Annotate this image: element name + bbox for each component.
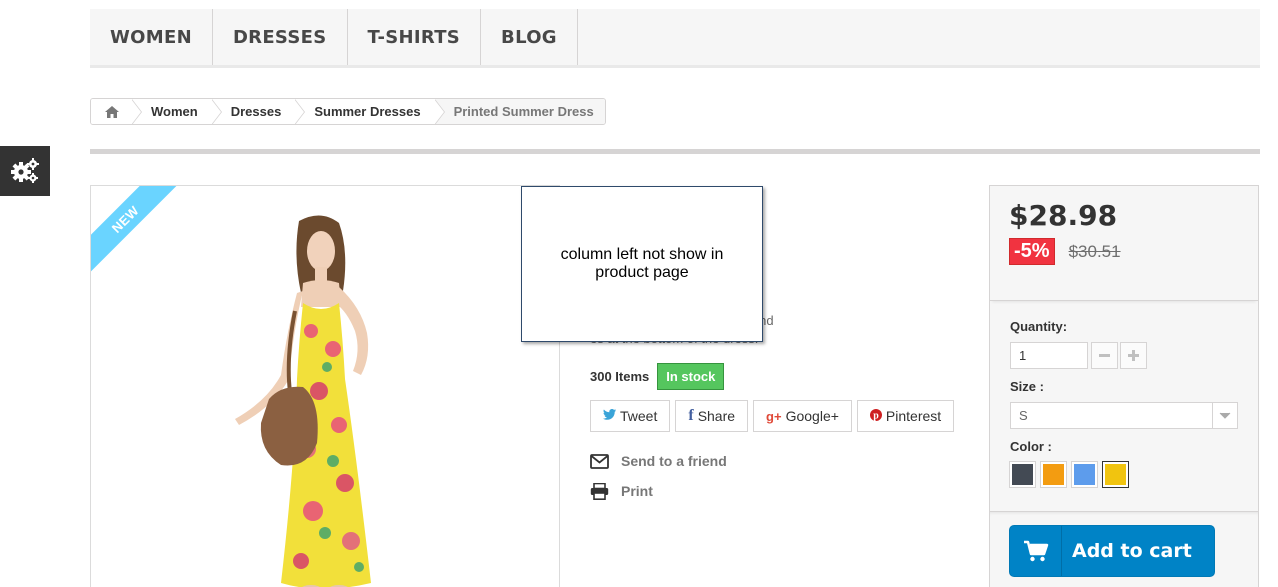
breadcrumb-dresses[interactable]: Dresses: [212, 99, 297, 124]
quantity-decrease-button[interactable]: [1091, 342, 1118, 369]
buy-box: $28.98 -5% $30.51 Quantity: 1 Size : S C…: [989, 185, 1259, 587]
print-label: Print: [621, 483, 653, 499]
svg-text:p: p: [873, 411, 879, 422]
breadcrumb-current: Printed Summer Dress: [435, 99, 605, 124]
send-to-friend-link[interactable]: Send to a friend: [590, 446, 727, 476]
breadcrumb-home[interactable]: [91, 99, 133, 124]
print-icon: [590, 482, 609, 500]
breadcrumb: Women Dresses Summer Dresses Printed Sum…: [90, 98, 606, 125]
product-image-block[interactable]: NEW: [90, 185, 560, 587]
extra-links: Send to a friend Print: [590, 446, 727, 506]
size-label: Size :: [1010, 379, 1044, 394]
new-label: NEW: [91, 186, 177, 272]
pinterest-icon: p: [869, 408, 882, 424]
popup-text: column left not show in product page: [560, 246, 724, 281]
google-plus-label: Google+: [785, 408, 839, 424]
gears-icon: [11, 158, 39, 183]
pinterest-label: Pinterest: [885, 408, 942, 424]
color-swatches: [1009, 461, 1239, 488]
breadcrumb-women[interactable]: Women: [133, 99, 213, 124]
envelope-icon: [590, 453, 609, 469]
social-sharing: Tweet f Share g+ Google+ p Pinterest: [590, 400, 955, 432]
menu-item-dresses[interactable]: DRESSES: [213, 9, 348, 65]
color-swatch-blue[interactable]: [1071, 461, 1098, 488]
cart-area: Add to cart: [990, 511, 1258, 587]
reduction-badge: -5%: [1009, 238, 1055, 265]
minus-icon: [1099, 354, 1110, 357]
print-link[interactable]: Print: [590, 476, 727, 506]
add-to-cart-button[interactable]: Add to cart: [1009, 525, 1215, 577]
google-plus-button[interactable]: g+ Google+: [753, 400, 852, 432]
tweet-button[interactable]: Tweet: [590, 400, 671, 432]
add-to-cart-label: Add to cart: [1072, 540, 1192, 562]
tweet-label: Tweet: [620, 408, 658, 424]
new-ribbon: NEW: [91, 186, 177, 272]
availability-badge: In stock: [657, 363, 725, 390]
product-photo: [235, 215, 371, 587]
send-to-friend-label: Send to a friend: [621, 453, 727, 469]
page-divider: [90, 149, 1260, 154]
menu-item-blog[interactable]: BLOG: [481, 9, 578, 65]
price-area: $28.98 -5% $30.51: [990, 186, 1258, 301]
pinterest-button[interactable]: p Pinterest: [856, 400, 955, 432]
old-price: $30.51: [1068, 241, 1121, 261]
menu-item-tshirts[interactable]: T-SHIRTS: [348, 9, 482, 65]
quantity-increase-button[interactable]: [1120, 342, 1147, 369]
color-swatch-orange[interactable]: [1040, 461, 1067, 488]
facebook-icon: f: [688, 407, 694, 424]
quantity-label: Quantity:: [1010, 319, 1068, 334]
size-select[interactable]: S: [1010, 402, 1238, 429]
top-menu: WOMEN DRESSES T-SHIRTS BLOG: [90, 9, 1260, 68]
quantity-available: 300 Items: [590, 369, 650, 384]
twitter-icon: [603, 409, 616, 423]
cart-icon: [1010, 526, 1062, 576]
breadcrumb-summer-dresses[interactable]: Summer Dresses: [296, 99, 436, 124]
home-icon: [105, 105, 119, 118]
google-plus-icon: g+: [766, 408, 782, 424]
share-label: Share: [697, 408, 736, 424]
product-options: Quantity: 1 Size : S Color :: [990, 301, 1258, 488]
annotation-popup: column left not show in product page: [521, 186, 763, 342]
color-swatch-yellow[interactable]: [1102, 461, 1129, 488]
size-value: S: [1019, 408, 1028, 423]
color-swatch-dark-grey[interactable]: [1009, 461, 1036, 488]
stock-info: 300 Items In stock: [590, 363, 725, 390]
theme-settings-toggle[interactable]: [0, 146, 50, 196]
chevron-down-icon: [1212, 403, 1237, 428]
share-button[interactable]: f Share: [675, 400, 749, 432]
current-price: $28.98: [1009, 199, 1118, 232]
quantity-input[interactable]: 1: [1010, 342, 1088, 369]
menu-item-women[interactable]: WOMEN: [90, 9, 213, 65]
color-label: Color :: [1010, 439, 1052, 454]
plus-icon: [1128, 350, 1139, 361]
